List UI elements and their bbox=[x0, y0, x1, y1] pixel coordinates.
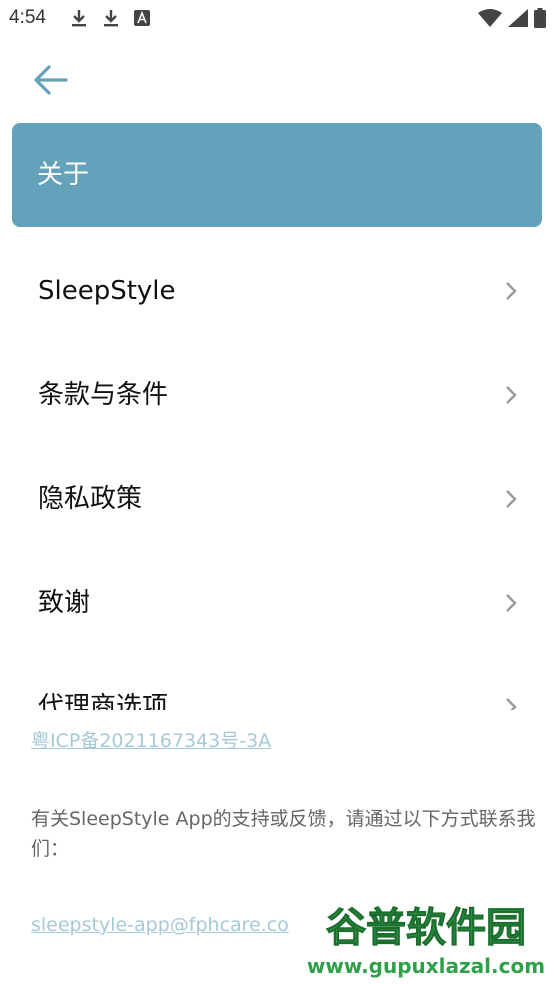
watermark-title: 谷普软件园 bbox=[326, 905, 526, 951]
watermark-url: www.gupuxlazal.com bbox=[307, 954, 545, 978]
menu-item-privacy[interactable]: 隐私政策 bbox=[0, 448, 554, 552]
back-button[interactable] bbox=[28, 58, 72, 102]
chevron-right-icon bbox=[506, 282, 517, 300]
chevron-right-icon bbox=[506, 490, 517, 508]
download-icon bbox=[104, 10, 118, 27]
page-title: 关于 bbox=[37, 160, 90, 190]
menu-item-label: 隐私政策 bbox=[38, 484, 143, 514]
wifi-icon bbox=[478, 9, 502, 27]
status-time: 4:54 bbox=[9, 7, 46, 28]
menu-item-acknowledgements[interactable]: 致谢 bbox=[0, 552, 554, 656]
cell-signal-icon bbox=[508, 9, 528, 27]
watermark-logo: 谷普软件园 www.gupuxlazal.com bbox=[300, 895, 552, 981]
menu-item-label: 条款与条件 bbox=[38, 380, 169, 410]
menu-item-label: 致谢 bbox=[38, 588, 91, 618]
page-header: 关于 bbox=[12, 123, 542, 227]
chevron-right-icon bbox=[506, 698, 517, 710]
font-app-icon bbox=[134, 10, 150, 26]
menu-item-label: SleepStyle bbox=[38, 276, 176, 306]
support-email-link[interactable]: sleepstyle-app@fphcare.co bbox=[31, 912, 289, 938]
menu-item-dealer-options[interactable]: 代理商选项 bbox=[0, 656, 554, 710]
status-icons-right bbox=[478, 8, 546, 28]
arrow-left-icon bbox=[34, 65, 68, 95]
about-menu-list[interactable]: SleepStyle 条款与条件 隐私政策 致谢 代理商选项 bbox=[0, 240, 554, 710]
status-icons-left bbox=[70, 8, 150, 28]
battery-icon bbox=[534, 8, 546, 28]
status-bar: 4:54 bbox=[0, 0, 554, 38]
support-text: 有关SleepStyle App的支持或反馈，请通过以下方式联系我们： bbox=[31, 808, 536, 860]
menu-item-terms[interactable]: 条款与条件 bbox=[0, 344, 554, 448]
download-icon bbox=[72, 10, 86, 27]
menu-item-sleepstyle[interactable]: SleepStyle bbox=[0, 240, 554, 344]
menu-item-label: 代理商选项 bbox=[38, 692, 169, 710]
chevron-right-icon bbox=[506, 594, 517, 612]
chevron-right-icon bbox=[506, 386, 517, 404]
icp-license-link[interactable]: 粤ICP备2021167343号-3A bbox=[31, 728, 271, 754]
